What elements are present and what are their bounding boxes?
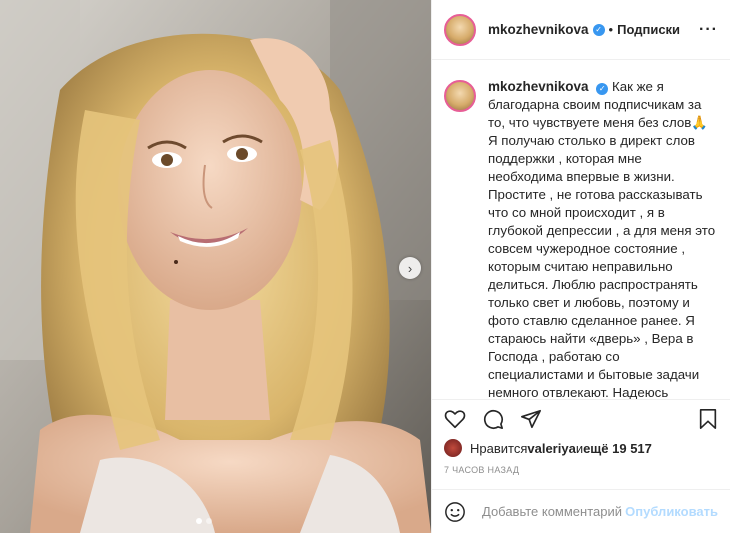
chevron-right-icon: ›	[407, 260, 413, 276]
separator-dot: •	[608, 22, 614, 37]
emoji-icon[interactable]	[444, 501, 466, 523]
carousel-dot	[206, 518, 212, 524]
post-photo[interactable]: ›	[0, 0, 431, 533]
carousel-next-button[interactable]: ›	[399, 257, 421, 279]
likes-count-link[interactable]: ещё 19 517	[583, 441, 652, 456]
likes-row: Нравится valeriya и ещё 19 517	[432, 436, 730, 460]
liker-username-link[interactable]: valeriya	[527, 441, 575, 456]
caption-section: mkozhevnikova ✓ Как же я благодарна свои…	[432, 60, 730, 399]
comment-input[interactable]	[480, 503, 626, 520]
publish-button[interactable]: Опубликовать	[625, 504, 718, 519]
likes-middle: и	[575, 440, 584, 456]
avatar[interactable]	[444, 13, 476, 46]
verified-badge-icon: ✓	[592, 23, 605, 36]
carousel-indicator	[196, 518, 212, 524]
caption-body: mkozhevnikova ✓ Как же я благодарна свои…	[488, 78, 718, 399]
more-options-icon[interactable]: ···	[699, 21, 718, 39]
username-link[interactable]: mkozhevnikova	[488, 22, 589, 37]
comment-form: Опубликовать	[432, 489, 730, 533]
verified-badge-icon: ✓	[596, 83, 609, 95]
caption-text: Как же я благодарна своим подписчикам за…	[488, 79, 716, 399]
following-button[interactable]: Подписки	[617, 22, 680, 37]
post-details-panel: mkozhevnikova ✓ • Подписки ··· mkozhevni…	[431, 0, 730, 533]
carousel-dot	[196, 518, 202, 524]
liker-avatar[interactable]	[444, 439, 462, 457]
caption-username-link[interactable]: mkozhevnikova	[488, 79, 589, 94]
post-timestamp[interactable]: 7 ЧАСОВ НАЗАД	[432, 460, 730, 480]
portrait-image	[0, 0, 431, 533]
likes-prefix: Нравится	[470, 440, 528, 456]
action-bar	[432, 399, 730, 437]
bookmark-icon[interactable]	[698, 408, 718, 430]
heart-icon[interactable]	[444, 408, 466, 430]
comment-icon[interactable]	[482, 408, 504, 430]
post-header: mkozhevnikova ✓ • Подписки ···	[432, 0, 730, 60]
caption-avatar[interactable]	[444, 80, 476, 112]
share-icon[interactable]	[520, 408, 542, 430]
